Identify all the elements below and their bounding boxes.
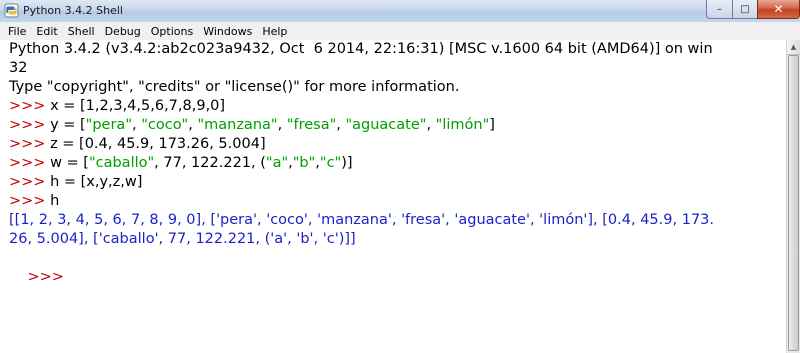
banner-line: Type "copyright", "credits" or "license(… bbox=[9, 79, 460, 95]
close-icon: ✕ bbox=[773, 2, 784, 16]
code-text: )] bbox=[341, 155, 353, 171]
shell-prompt: >>> bbox=[27, 269, 69, 285]
window-title: Python 3.4.2 Shell bbox=[23, 4, 123, 17]
menu-help[interactable]: Help bbox=[257, 25, 292, 38]
close-button[interactable]: ✕ bbox=[757, 0, 800, 19]
string-literal: "caballo" bbox=[88, 155, 155, 171]
menu-shell[interactable]: Shell bbox=[63, 25, 100, 38]
string-literal: "limón" bbox=[435, 117, 490, 133]
string-literal: "a" bbox=[265, 155, 289, 171]
command-line: >>> w = ["caballo", 77, 122.221, ("a","b… bbox=[9, 154, 353, 173]
code-text: , bbox=[426, 117, 436, 133]
menu-debug[interactable]: Debug bbox=[100, 25, 146, 38]
code-text: w = [ bbox=[50, 155, 89, 171]
arrow-up-icon: ▲ bbox=[790, 43, 797, 51]
banner-line: 32 bbox=[9, 60, 28, 76]
string-literal: "manzana" bbox=[197, 117, 278, 133]
shell-prompt: >>> bbox=[9, 136, 51, 152]
command-line: >>> h = [x,y,z,w] bbox=[9, 173, 142, 192]
shell-prompt: >>> bbox=[9, 98, 51, 114]
code-text: h bbox=[50, 193, 60, 209]
shell-prompt: >>> bbox=[9, 155, 51, 171]
string-literal: "b" bbox=[292, 155, 316, 171]
code-text: z = [0.4, 45.9, 173.26, 5.004] bbox=[50, 136, 266, 152]
string-literal: "fresa" bbox=[286, 117, 337, 133]
shell-prompt: >>> bbox=[9, 117, 51, 133]
scroll-up-button[interactable]: ▲ bbox=[787, 40, 800, 55]
string-literal: "c" bbox=[319, 155, 342, 171]
shell-text-area[interactable]: Python 3.4.2 (v3.4.2:ab2c023a9432, Oct 6… bbox=[0, 40, 786, 353]
scroll-thumb[interactable] bbox=[788, 55, 799, 351]
code-text: h = [x,y,z,w] bbox=[50, 174, 143, 190]
maximize-icon: □ bbox=[740, 3, 750, 15]
code-text: y = [ bbox=[50, 117, 86, 133]
maximize-button[interactable]: □ bbox=[732, 0, 758, 19]
title-bar[interactable]: Python 3.4.2 Shell – □ ✕ bbox=[0, 0, 800, 23]
shell-prompt: >>> bbox=[9, 174, 51, 190]
minimize-icon: – bbox=[717, 3, 722, 15]
code-text: x = [1,2,3,4,5,6,7,8,9,0] bbox=[50, 98, 226, 114]
output-line: 26, 5.004], ['caballo', 77, 122.221, ('a… bbox=[9, 231, 356, 247]
banner-line: Python 3.4.2 (v3.4.2:ab2c023a9432, Oct 6… bbox=[9, 41, 713, 57]
string-literal: "coco" bbox=[141, 117, 189, 133]
code-text: , bbox=[277, 117, 287, 133]
menu-edit[interactable]: Edit bbox=[31, 25, 62, 38]
command-line: >>> x = [1,2,3,4,5,6,7,8,9,0] bbox=[9, 97, 225, 116]
python-icon bbox=[4, 3, 19, 18]
code-text: , 77, 122.221, ( bbox=[154, 155, 266, 171]
shell-prompt: >>> bbox=[9, 193, 51, 209]
current-prompt-line[interactable]: >>> bbox=[9, 249, 69, 285]
string-literal: "pera" bbox=[85, 117, 132, 133]
menu-bar: File Edit Shell Debug Options Windows He… bbox=[0, 22, 800, 41]
minimize-button[interactable]: – bbox=[706, 0, 733, 19]
output-line: [[1, 2, 3, 4, 5, 6, 7, 8, 9, 0], ['pera'… bbox=[9, 212, 714, 228]
vertical-scrollbar[interactable]: ▲ bbox=[786, 40, 800, 353]
code-text: , bbox=[131, 117, 142, 133]
code-text: ] bbox=[489, 117, 495, 133]
string-literal: "aguacate" bbox=[345, 117, 427, 133]
command-line: >>> h bbox=[9, 192, 59, 211]
command-line: >>> y = ["pera", "coco", "manzana", "fre… bbox=[9, 116, 495, 135]
menu-windows[interactable]: Windows bbox=[198, 25, 257, 38]
command-line: >>> z = [0.4, 45.9, 173.26, 5.004] bbox=[9, 135, 266, 154]
menu-options[interactable]: Options bbox=[146, 25, 198, 38]
menu-file[interactable]: File bbox=[0, 25, 31, 38]
